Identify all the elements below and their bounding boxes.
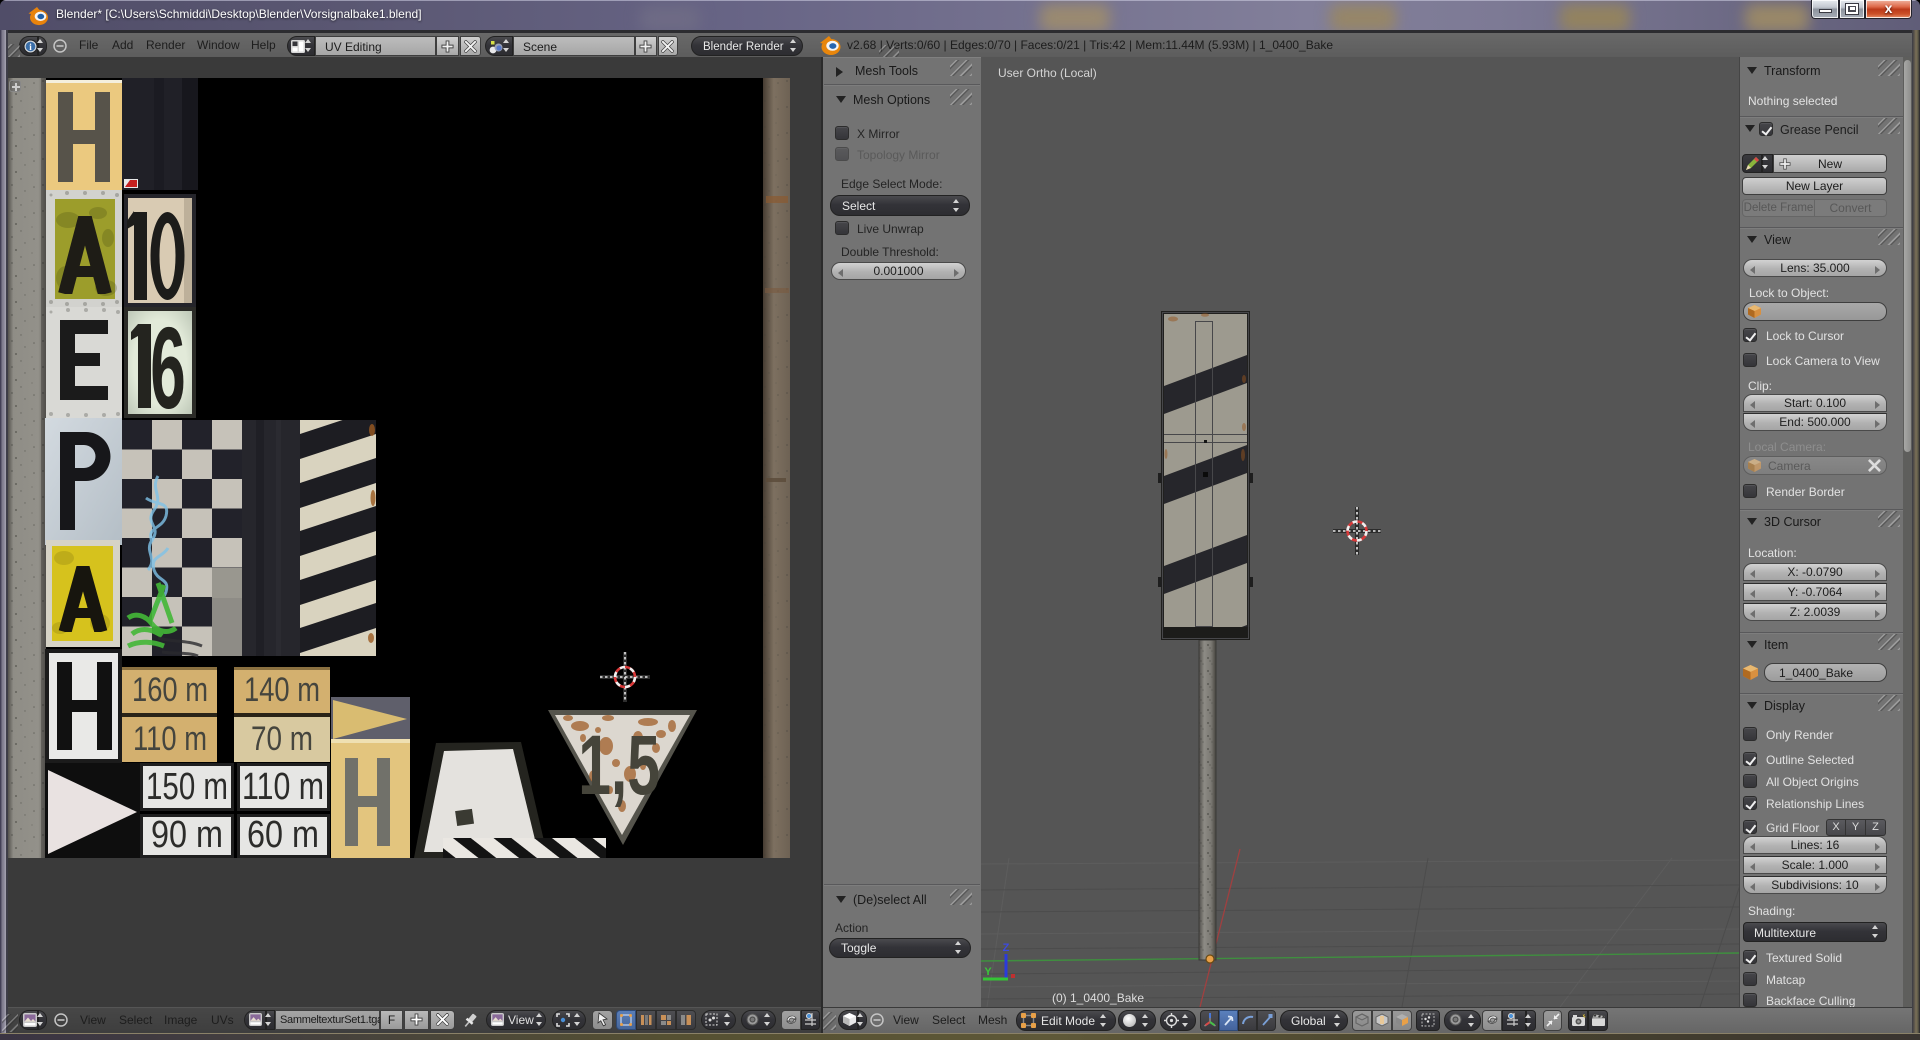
svg-text:90 m: 90 m: [151, 814, 223, 856]
svg-text:Y: Y: [984, 966, 992, 978]
svg-text:110 m: 110 m: [242, 766, 324, 808]
svg-text:70 m: 70 m: [251, 720, 313, 758]
svg-text:110 m: 110 m: [133, 720, 207, 758]
svg-text:150 m: 150 m: [146, 766, 228, 808]
svg-text:140 m: 140 m: [244, 671, 320, 709]
svg-text:1,5: 1,5: [578, 719, 660, 813]
svg-text:160 m: 160 m: [132, 671, 208, 709]
svg-text:60 m: 60 m: [247, 814, 319, 856]
svg-text:(0) 1_0400_Bake: (0) 1_0400_Bake: [1052, 991, 1144, 1005]
svg-text:User Ortho (Local): User Ortho (Local): [998, 66, 1097, 80]
svg-text:6: 6: [150, 303, 185, 433]
svg-text:Z: Z: [1003, 942, 1010, 954]
